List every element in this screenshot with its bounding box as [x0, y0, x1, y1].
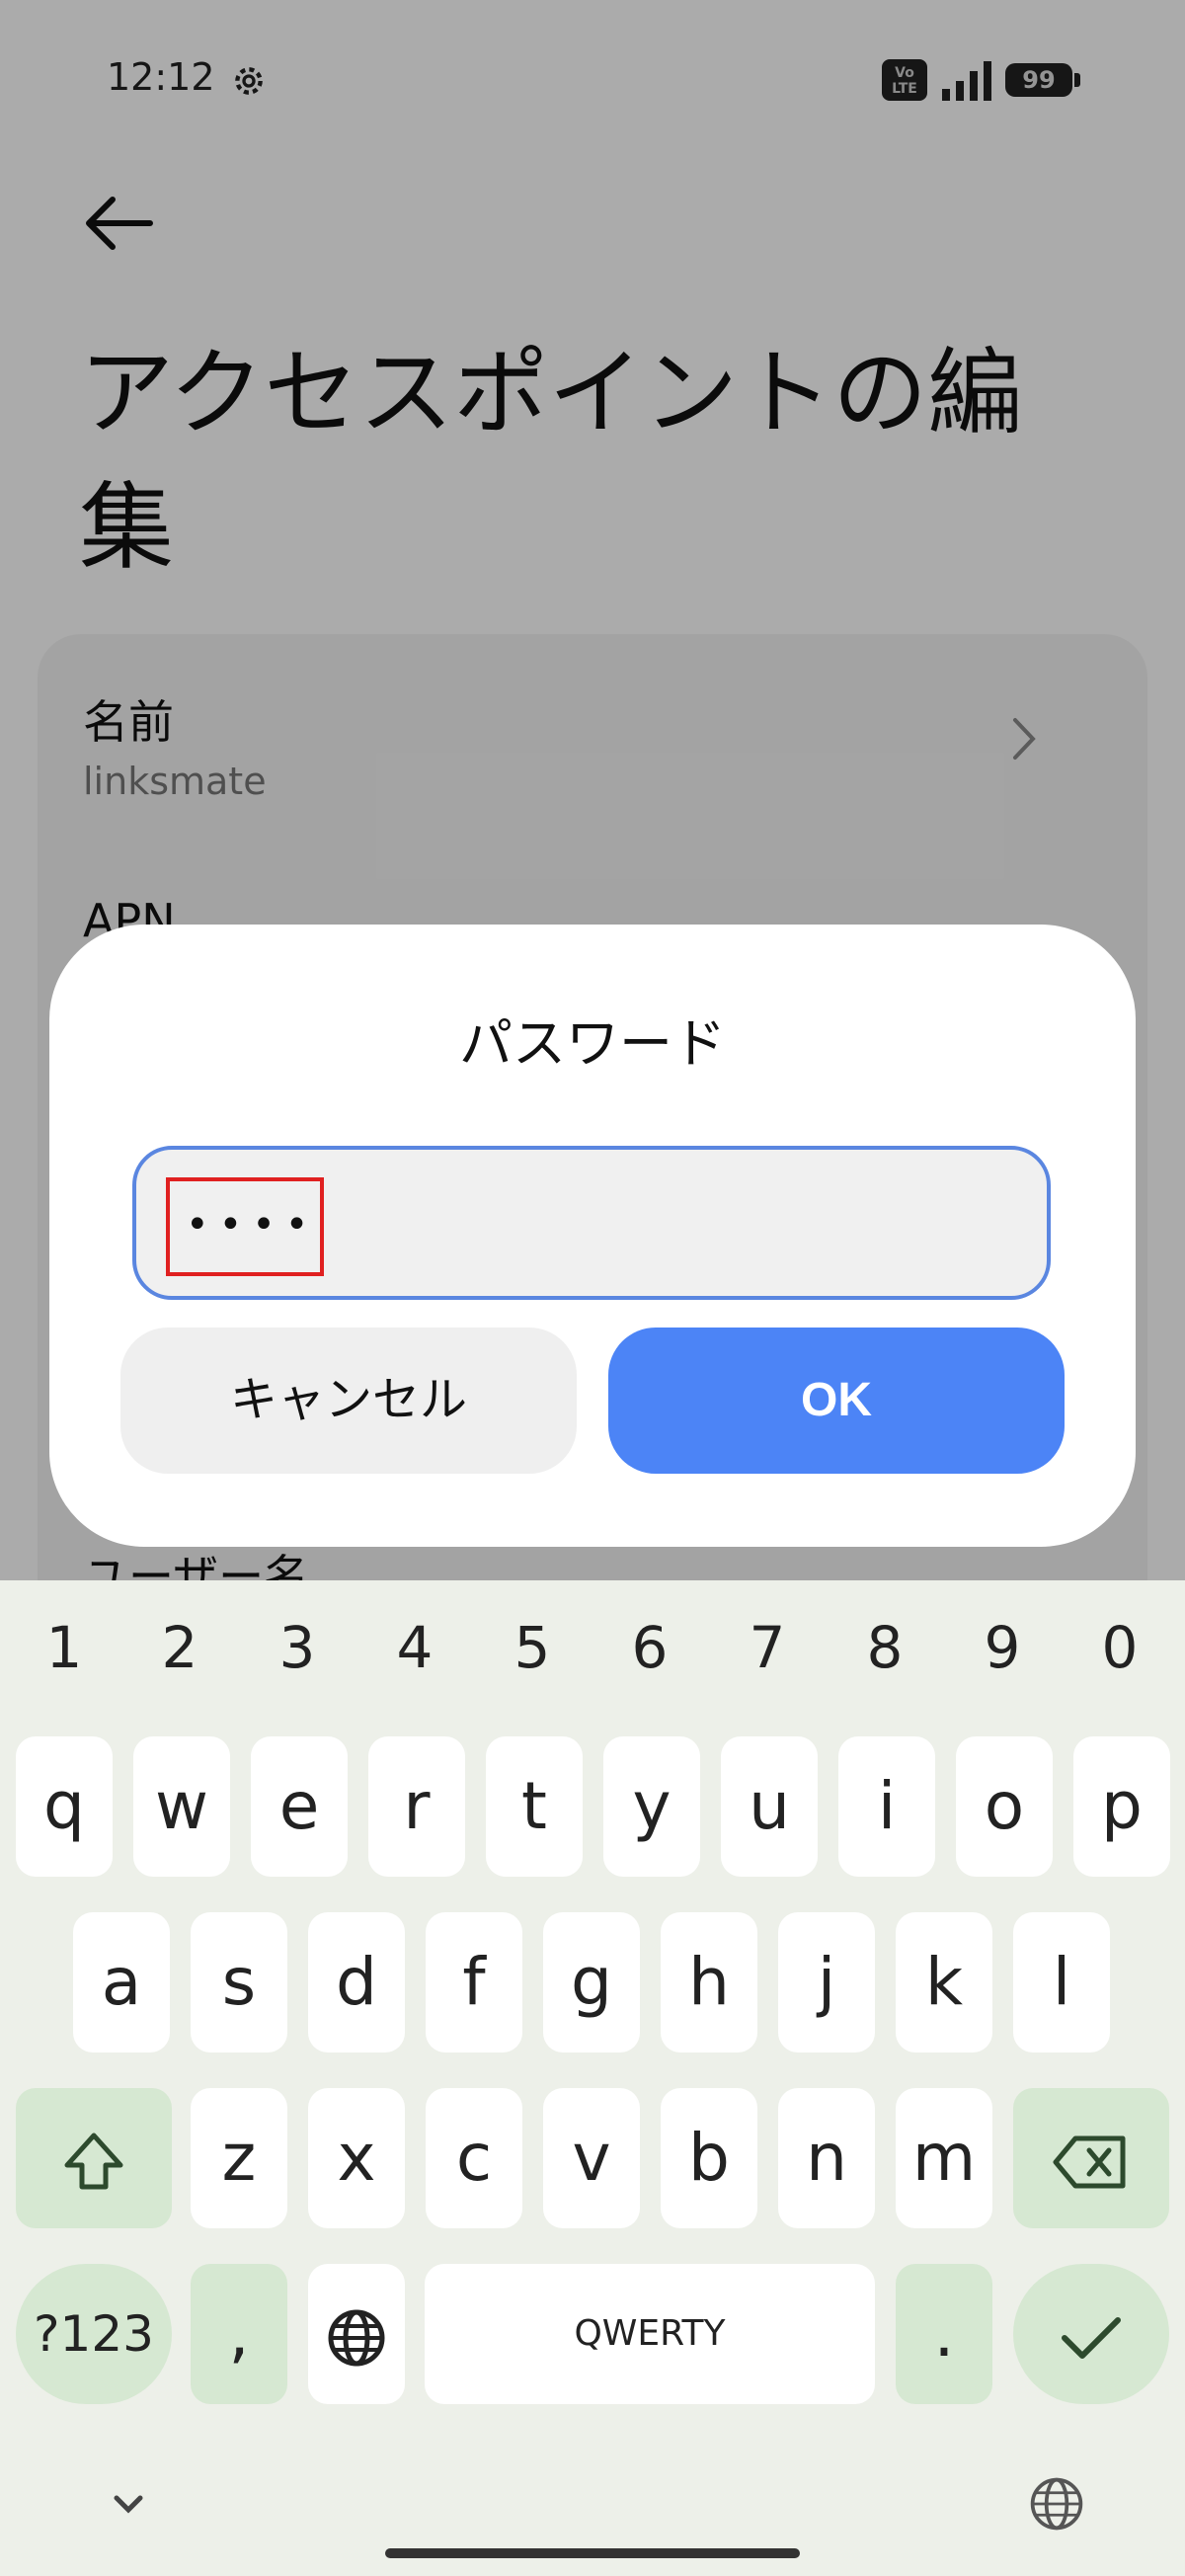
key-4[interactable]: 4	[365, 1608, 464, 1687]
key-t[interactable]: t	[486, 1736, 583, 1877]
key-5[interactable]: 5	[483, 1608, 582, 1687]
key-s[interactable]: s	[191, 1912, 287, 2053]
shift-icon	[64, 2133, 123, 2190]
key-8[interactable]: 8	[835, 1608, 934, 1687]
shift-key[interactable]	[16, 2088, 172, 2228]
globe-icon[interactable]	[1027, 2474, 1086, 2534]
key-b[interactable]: b	[661, 2088, 757, 2228]
key-d[interactable]: d	[308, 1912, 405, 2053]
check-icon	[1062, 2316, 1121, 2359]
key-l[interactable]: l	[1013, 1912, 1110, 2053]
number-row: 1 2 3 4 5 6 7 8 9 0	[0, 1608, 1185, 1687]
key-p[interactable]: p	[1073, 1736, 1170, 1877]
key-r[interactable]: r	[368, 1736, 465, 1877]
key-v[interactable]: v	[543, 2088, 640, 2228]
key-u[interactable]: u	[721, 1736, 818, 1877]
navigation-handle[interactable]	[385, 2548, 800, 2558]
key-9[interactable]: 9	[953, 1608, 1052, 1687]
language-key[interactable]	[308, 2264, 405, 2404]
period-key[interactable]: .	[896, 2264, 992, 2404]
space-key[interactable]: QWERTY	[425, 2264, 875, 2404]
key-n[interactable]: n	[778, 2088, 875, 2228]
key-2[interactable]: 2	[130, 1608, 229, 1687]
key-6[interactable]: 6	[600, 1608, 699, 1687]
key-3[interactable]: 3	[248, 1608, 347, 1687]
key-m[interactable]: m	[896, 2088, 992, 2228]
key-z[interactable]: z	[191, 2088, 287, 2228]
key-a[interactable]: a	[73, 1912, 170, 2053]
key-0[interactable]: 0	[1070, 1608, 1169, 1687]
key-f[interactable]: f	[426, 1912, 522, 2053]
key-7[interactable]: 7	[718, 1608, 817, 1687]
password-dialog: パスワード •••• キャンセル OK	[49, 925, 1136, 1547]
password-masked-value: ••••	[166, 1177, 324, 1276]
password-input[interactable]: ••••	[132, 1146, 1051, 1300]
key-x[interactable]: x	[308, 2088, 405, 2228]
key-y[interactable]: y	[603, 1736, 700, 1877]
backspace-key[interactable]	[1013, 2088, 1169, 2228]
key-q[interactable]: q	[16, 1736, 113, 1877]
chevron-down-icon[interactable]	[99, 2474, 158, 2534]
key-g[interactable]: g	[543, 1912, 640, 2053]
backspace-icon	[1053, 2135, 1126, 2189]
soft-keyboard: 1 2 3 4 5 6 7 8 9 0 q w e r t y u i o p …	[0, 1580, 1185, 2576]
enter-key[interactable]	[1013, 2264, 1169, 2404]
key-c[interactable]: c	[426, 2088, 522, 2228]
key-1[interactable]: 1	[15, 1608, 114, 1687]
key-k[interactable]: k	[896, 1912, 992, 2053]
ok-button[interactable]: OK	[608, 1328, 1065, 1474]
key-i[interactable]: i	[838, 1736, 935, 1877]
dialog-title: パスワード	[459, 1012, 726, 1075]
key-o[interactable]: o	[956, 1736, 1053, 1877]
key-w[interactable]: w	[133, 1736, 230, 1877]
key-e[interactable]: e	[251, 1736, 348, 1877]
key-h[interactable]: h	[661, 1912, 757, 2053]
symbols-key[interactable]: ?123	[16, 2264, 172, 2404]
key-j[interactable]: j	[778, 1912, 875, 2053]
comma-key[interactable]: ,	[191, 2264, 287, 2404]
cancel-button[interactable]: キャンセル	[120, 1328, 577, 1474]
globe-icon	[328, 2309, 385, 2367]
